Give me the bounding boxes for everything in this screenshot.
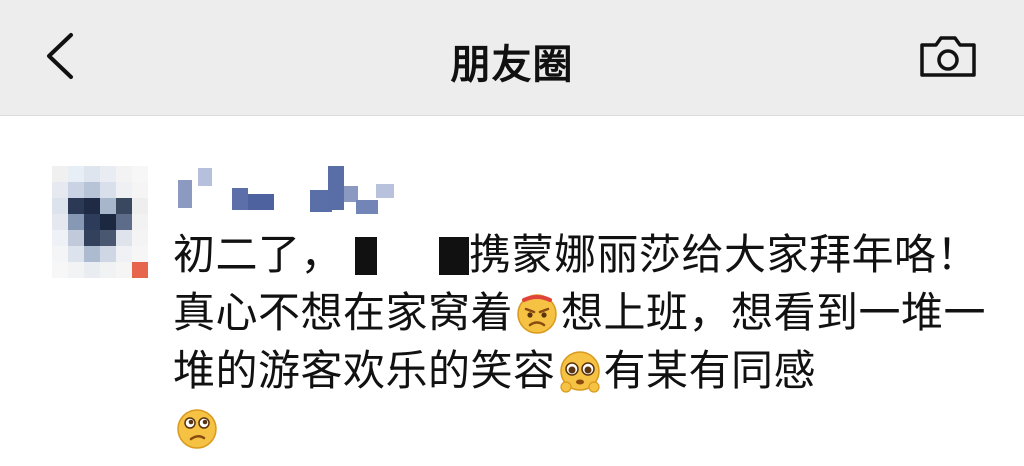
post-text-part-4: 有某有同感: [603, 346, 817, 395]
avatar[interactable]: [52, 166, 148, 278]
navbar: 朋友圈: [0, 0, 1024, 116]
pleading-emoji-icon: [558, 349, 602, 393]
angry-sad-emoji-icon: [515, 291, 559, 335]
username[interactable]: [178, 160, 408, 226]
thinking-emoji-icon: [175, 407, 219, 451]
camera-icon: [918, 33, 978, 83]
post-text: 初二了， 携蒙娜丽莎给大家拜年咯！真心不想在家窝着 想上班，想看到一堆一堆的游客欢…: [173, 226, 1003, 458]
redaction-bar: [439, 237, 470, 275]
page-title: 朋友圈: [450, 42, 574, 88]
redaction-bar: [355, 237, 378, 275]
camera-button[interactable]: [912, 30, 984, 86]
post-text-part-1: 初二了，: [173, 230, 344, 279]
